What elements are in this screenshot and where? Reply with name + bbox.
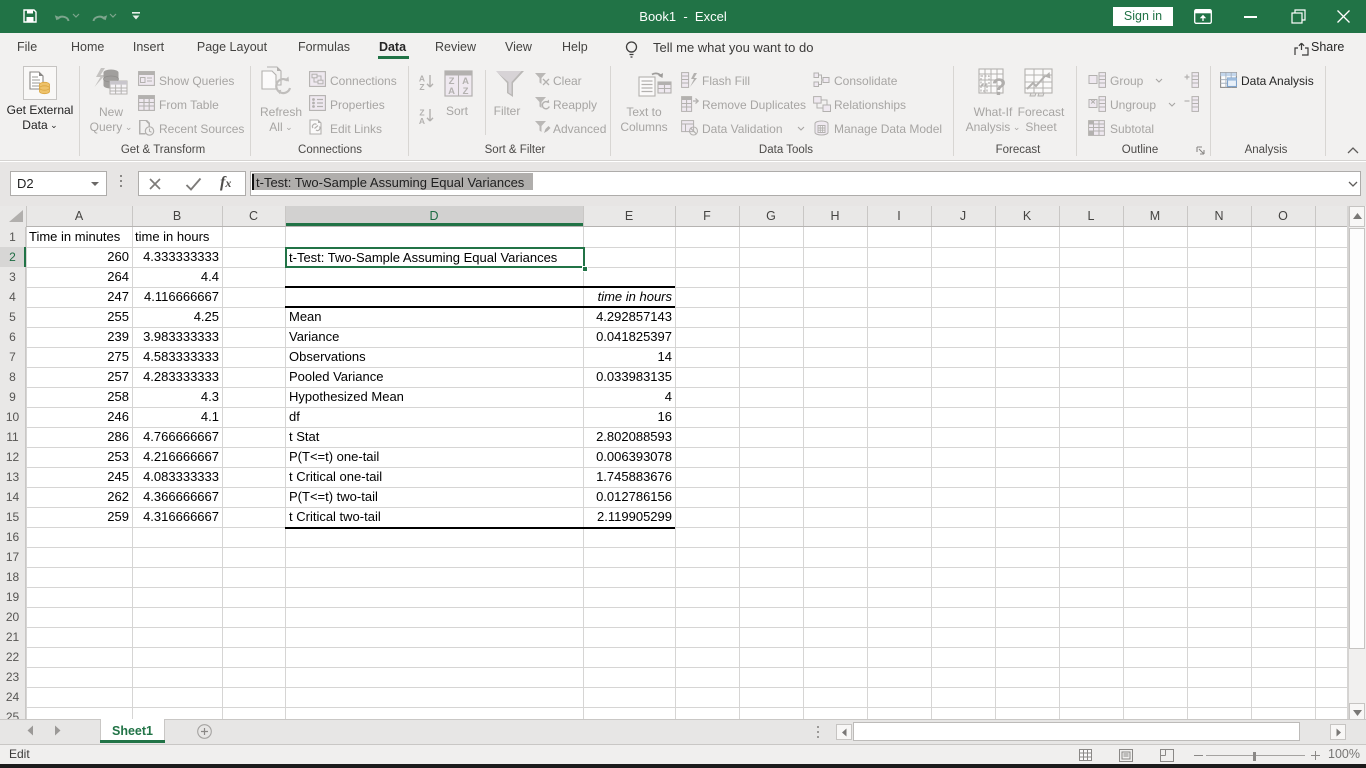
svg-text:A: A xyxy=(448,86,455,97)
svg-text:A: A xyxy=(419,116,425,125)
svg-text:Z: Z xyxy=(463,86,469,97)
svg-text:Z: Z xyxy=(419,82,424,91)
svg-text:?: ? xyxy=(992,74,1007,98)
